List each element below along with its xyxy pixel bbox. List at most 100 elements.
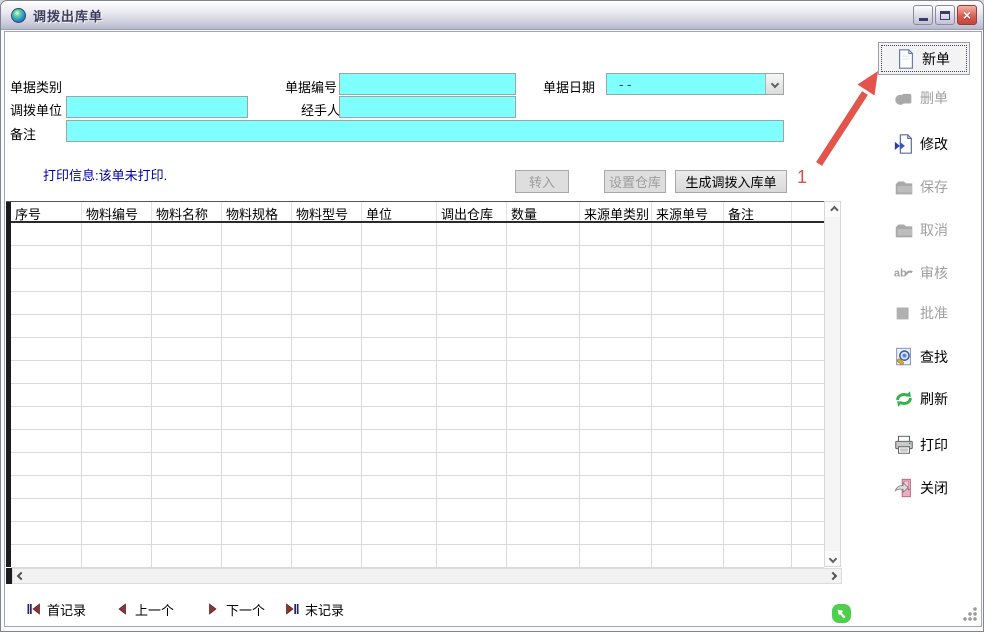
grid-cell[interactable] <box>11 246 82 268</box>
grid-cell[interactable] <box>362 338 437 360</box>
remarks-input[interactable] <box>66 120 784 142</box>
grid-cell[interactable] <box>652 292 724 314</box>
grid-cell[interactable] <box>82 453 152 475</box>
grid-cell[interactable] <box>507 545 580 567</box>
grid-cell[interactable] <box>437 292 507 314</box>
horizontal-scroll-track[interactable] <box>12 568 842 584</box>
grid-cell[interactable] <box>292 476 362 498</box>
grid-cell[interactable] <box>152 407 222 429</box>
table-row[interactable] <box>11 292 824 315</box>
grid-cell[interactable] <box>724 430 792 452</box>
grid-cell[interactable] <box>437 223 507 245</box>
approve-button[interactable]: 批准 <box>869 295 973 331</box>
grid-cell[interactable] <box>82 499 152 521</box>
grid-cell[interactable] <box>580 246 652 268</box>
grid-cell[interactable] <box>362 223 437 245</box>
doc-date-dropdown-button[interactable] <box>765 74 783 94</box>
grid-cell[interactable] <box>222 476 292 498</box>
grid-cell[interactable] <box>362 499 437 521</box>
grid-cell[interactable] <box>11 361 82 383</box>
grid-cell[interactable] <box>152 361 222 383</box>
grid-cell[interactable] <box>652 269 724 291</box>
delete-order-button[interactable]: 删单 <box>869 80 973 116</box>
grid-cell[interactable] <box>222 407 292 429</box>
grid-cell[interactable] <box>507 384 580 406</box>
grid-cell[interactable] <box>652 476 724 498</box>
grid-cell[interactable] <box>152 292 222 314</box>
grid-cell[interactable] <box>362 269 437 291</box>
grid-cell[interactable] <box>362 361 437 383</box>
table-row[interactable] <box>11 384 824 407</box>
grid-cell[interactable] <box>507 338 580 360</box>
table-row[interactable] <box>11 361 824 384</box>
grid-cell[interactable] <box>580 453 652 475</box>
grid-cell[interactable] <box>362 315 437 337</box>
grid-cell[interactable] <box>222 430 292 452</box>
grid-cell[interactable] <box>507 453 580 475</box>
grid-cell[interactable] <box>82 223 152 245</box>
table-row[interactable] <box>11 338 824 361</box>
grid-cell[interactable] <box>437 407 507 429</box>
grid-cell[interactable] <box>507 223 580 245</box>
grid-cell[interactable] <box>652 361 724 383</box>
first-record-button[interactable]: 首记录 <box>26 600 86 618</box>
grid-cell[interactable] <box>437 499 507 521</box>
grid-cell[interactable] <box>437 269 507 291</box>
save-button[interactable]: 保存 <box>869 169 973 205</box>
chevron-right-icon[interactable] <box>829 572 837 580</box>
grid-cell[interactable] <box>11 453 82 475</box>
grid-cell[interactable] <box>652 499 724 521</box>
grid-cell[interactable] <box>222 269 292 291</box>
grid-cell[interactable] <box>292 384 362 406</box>
grid-cell[interactable] <box>724 453 792 475</box>
grid-cell[interactable] <box>292 269 362 291</box>
prev-record-button[interactable]: 上一个 <box>114 600 174 618</box>
grid-cell[interactable] <box>724 361 792 383</box>
grid-cell[interactable] <box>652 315 724 337</box>
audit-button[interactable]: ab审核 <box>869 255 973 291</box>
grid-cell[interactable] <box>82 292 152 314</box>
grid-cell[interactable] <box>292 453 362 475</box>
next-record-button[interactable]: 下一个 <box>205 600 265 618</box>
grid-cell[interactable] <box>11 476 82 498</box>
grid-cell[interactable] <box>580 361 652 383</box>
grid-cell[interactable] <box>362 522 437 544</box>
grid-cell[interactable] <box>222 315 292 337</box>
grid-cell[interactable] <box>82 361 152 383</box>
grid-cell[interactable] <box>362 292 437 314</box>
grid-cell[interactable] <box>222 246 292 268</box>
generate-inbound-order-button[interactable]: 生成调拨入库单 <box>675 170 787 193</box>
grid-cell[interactable] <box>11 545 82 567</box>
grid-cell[interactable] <box>724 499 792 521</box>
grid-cell[interactable] <box>507 522 580 544</box>
grid-cell[interactable] <box>362 407 437 429</box>
grid-cell[interactable] <box>580 476 652 498</box>
grid-cell[interactable] <box>222 384 292 406</box>
grid-cell[interactable] <box>152 522 222 544</box>
refresh-button[interactable]: 刷新 <box>869 381 973 417</box>
grid-cell[interactable] <box>292 292 362 314</box>
grid-cell[interactable] <box>362 384 437 406</box>
table-row[interactable] <box>11 476 824 499</box>
grid-cell[interactable] <box>82 476 152 498</box>
grid-cell[interactable] <box>580 522 652 544</box>
grid-cell[interactable] <box>507 315 580 337</box>
grid-cell[interactable] <box>652 430 724 452</box>
grid-cell[interactable] <box>362 430 437 452</box>
grid-cell[interactable] <box>152 545 222 567</box>
grid-cell[interactable] <box>82 269 152 291</box>
grid-cell[interactable] <box>724 522 792 544</box>
grid-cell[interactable] <box>292 545 362 567</box>
grid-cell[interactable] <box>11 223 82 245</box>
grid-cell[interactable] <box>362 545 437 567</box>
find-button[interactable]: 查找 <box>869 339 973 375</box>
grid-cell[interactable] <box>222 223 292 245</box>
grid-cell[interactable] <box>292 315 362 337</box>
grid-cell[interactable] <box>507 407 580 429</box>
grid-cell[interactable] <box>82 246 152 268</box>
grid-cell[interactable] <box>580 384 652 406</box>
grid-cell[interactable] <box>292 361 362 383</box>
grid-cell[interactable] <box>652 407 724 429</box>
grid-cell[interactable] <box>652 338 724 360</box>
grid-cell[interactable] <box>507 499 580 521</box>
